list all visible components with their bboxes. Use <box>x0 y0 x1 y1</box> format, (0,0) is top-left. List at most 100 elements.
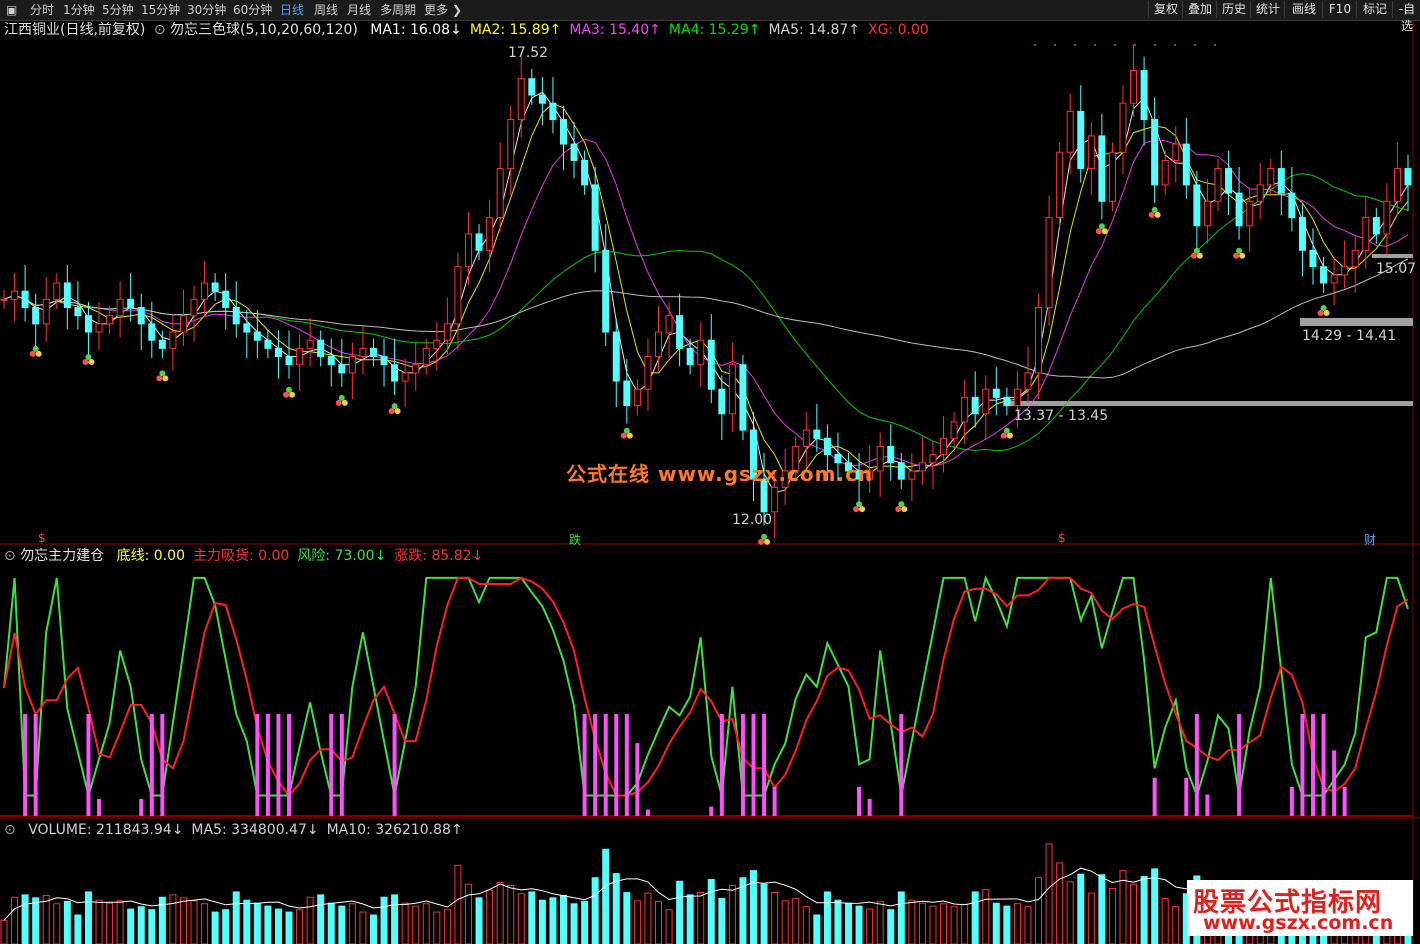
volume-bar <box>1108 887 1116 944</box>
signal-ball-icon <box>156 375 163 382</box>
event-marker[interactable]: $ <box>1058 531 1066 545</box>
signal-dot <box>1134 44 1136 46</box>
volume-bar <box>654 900 662 944</box>
volume-bar <box>834 899 842 944</box>
accumulation-bar <box>857 786 862 816</box>
signal-dot <box>1154 44 1156 46</box>
ma-line <box>3 91 1409 494</box>
volume-bar <box>412 905 420 944</box>
candle-body <box>559 119 567 145</box>
candle-body <box>813 429 821 439</box>
low-price-label: 12.00 <box>732 512 773 528</box>
volume-bar <box>253 902 261 944</box>
signal-ball-icon <box>1000 432 1007 439</box>
candle-body <box>623 380 631 407</box>
volume-bar <box>950 906 958 944</box>
signal-ball-icon <box>388 408 395 415</box>
event-marker[interactable]: $ <box>38 531 46 545</box>
volume-bar <box>559 894 567 944</box>
accumulation-bar <box>1194 714 1199 816</box>
volume-bar <box>21 894 29 944</box>
volume-bar <box>918 902 926 944</box>
candle-body <box>21 290 29 309</box>
volume-bar <box>760 883 768 944</box>
candle-body <box>1214 168 1222 202</box>
accumulation-bar <box>867 799 872 816</box>
accumulation-bar <box>276 714 281 816</box>
signal-dot <box>1034 44 1036 46</box>
candle-body <box>443 323 451 341</box>
candle-body <box>274 347 282 358</box>
price-tag: 15.07 <box>1376 261 1417 277</box>
accumulation-bar <box>339 714 344 816</box>
accumulation-bar <box>603 714 608 816</box>
candle-body <box>771 486 779 513</box>
candle-body <box>718 388 726 415</box>
volume-bar <box>211 911 219 944</box>
candle-body <box>633 388 641 407</box>
candle-body <box>116 298 124 317</box>
volume-bar <box>84 891 92 944</box>
support-zone-bar <box>1300 318 1413 326</box>
volume-bar <box>570 903 578 944</box>
signal-ball-icon <box>626 432 633 439</box>
candle-body <box>992 388 1000 398</box>
candle-body <box>1341 266 1349 276</box>
signal-ball-icon <box>85 354 92 361</box>
volume-bar <box>1003 905 1011 944</box>
volume-bar <box>538 899 546 944</box>
candle-body <box>1277 168 1285 194</box>
candle-body <box>496 168 504 219</box>
volume-bar <box>1130 883 1138 944</box>
signal-ball-icon <box>1193 247 1200 254</box>
candle-body <box>1393 168 1401 202</box>
support-zone-bar <box>1010 401 1413 406</box>
candle-body <box>148 323 156 341</box>
signal-ball-icon <box>1196 252 1203 259</box>
signal-ball-icon <box>1233 252 1240 259</box>
signal-ball-icon <box>761 533 768 540</box>
volume-bar <box>897 891 905 944</box>
volume-bar <box>507 884 515 944</box>
signal-ball-icon <box>1095 228 1102 235</box>
candle-body <box>1383 200 1391 235</box>
candle-body <box>232 307 240 325</box>
candle-body <box>11 290 19 300</box>
volume-bar <box>1087 892 1095 944</box>
event-marker[interactable]: 财 <box>1364 531 1376 548</box>
volume-bar <box>369 914 377 944</box>
volume-bar <box>929 905 937 944</box>
volume-bar <box>264 905 272 944</box>
accumulation-bar <box>1342 786 1347 816</box>
accumulation-bar <box>139 799 144 816</box>
accumulation-bar <box>624 714 629 816</box>
candle-body <box>686 347 694 366</box>
candle-body <box>538 94 546 104</box>
volume-bar <box>1024 906 1032 944</box>
accumulation-bar <box>1289 786 1294 816</box>
volume-bar <box>1035 877 1043 944</box>
event-marker[interactable]: 跌 <box>569 531 581 548</box>
accumulation-bar <box>1300 714 1305 816</box>
volume-bar <box>1066 881 1074 944</box>
signal-dot <box>1054 44 1056 46</box>
candle-body <box>348 356 356 374</box>
volume-bar <box>348 903 356 944</box>
candle-body <box>338 364 346 374</box>
candle-body <box>486 217 494 251</box>
candle-body <box>127 298 135 309</box>
accumulation-bar <box>772 786 777 816</box>
volume-bar <box>908 899 916 944</box>
candle-body <box>802 429 810 447</box>
candle-body <box>1108 151 1116 202</box>
volume-bar <box>845 902 853 944</box>
volume-bar <box>591 877 599 944</box>
volume-bar <box>359 911 367 944</box>
candle-body <box>612 331 620 382</box>
volume-bar <box>697 892 705 944</box>
accumulation-bar <box>149 714 154 816</box>
candle-body <box>53 282 61 300</box>
volume-bar <box>781 900 789 944</box>
accumulation-bar <box>97 799 102 816</box>
brand-watermark: 股票公式指标网 www.gszx.com.cn <box>1187 880 1413 936</box>
